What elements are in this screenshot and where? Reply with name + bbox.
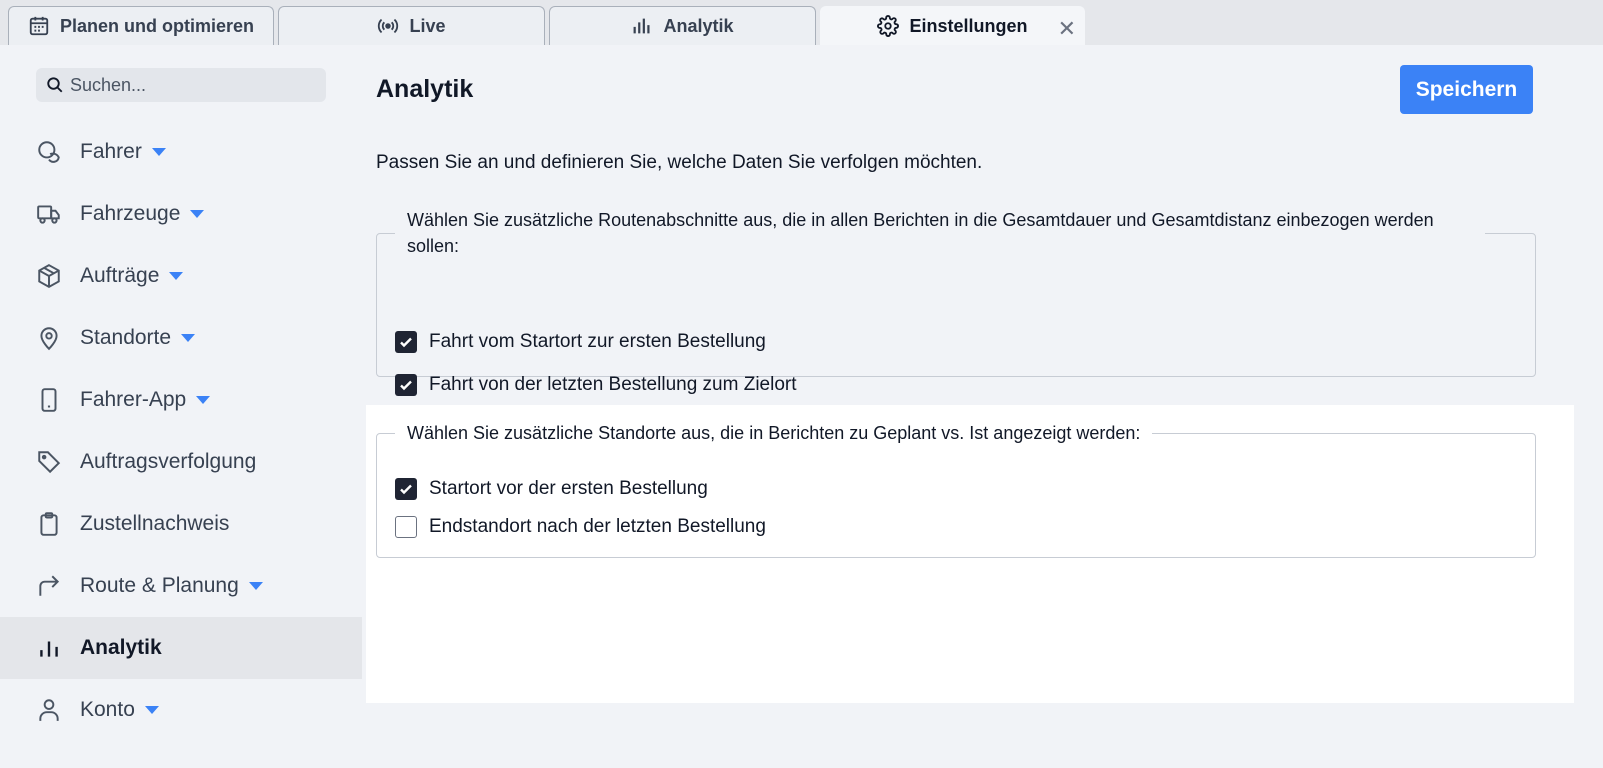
- option-end-after-last[interactable]: Endstandort nach der letzten Bestellung: [395, 516, 766, 538]
- sidebar-item-zustellnachweis[interactable]: Zustellnachweis: [0, 493, 362, 555]
- sidebar-item-label: Aufträge: [80, 264, 160, 287]
- sidebar-item-label: Fahrzeuge: [80, 202, 181, 225]
- tab-label: Planen und optimieren: [59, 15, 255, 36]
- sidebar-item-label: Standorte: [80, 326, 172, 349]
- option-start-before-first[interactable]: Startort vor der ersten Bestellung: [395, 478, 708, 500]
- checkbox-checked[interactable]: [395, 331, 417, 353]
- tab-label: Einstellungen: [909, 15, 1028, 36]
- smartphone-icon: [41, 388, 57, 412]
- calendar-icon: [29, 16, 49, 36]
- chevron-down-icon[interactable]: [144, 706, 159, 714]
- truck-icon: [37, 205, 60, 224]
- sidebar-item-auftraege[interactable]: Aufträge: [0, 245, 362, 307]
- gear-icon: [877, 15, 900, 37]
- route-segments-group: Wählen Sie zusätzliche Routenabschnitte …: [376, 207, 1536, 396]
- tab-live[interactable]: Live: [278, 6, 545, 45]
- sidebar-item-label: Auftragsverfolgung: [80, 450, 257, 473]
- chevron-down-icon[interactable]: [151, 148, 166, 156]
- chevron-down-icon[interactable]: [169, 272, 184, 280]
- checkbox-checked[interactable]: [395, 374, 417, 396]
- search-input[interactable]: [70, 74, 310, 96]
- close-icon[interactable]: ✕: [1058, 16, 1076, 42]
- page-title: Analytik: [376, 75, 474, 103]
- route-arrow-icon: [39, 575, 60, 596]
- broadcast-icon: [378, 18, 399, 34]
- sidebar-item-standorte[interactable]: Standorte: [0, 307, 362, 369]
- tab-label: Live: [409, 15, 446, 36]
- option-label: Fahrt von der letzten Bestellung zum Zie…: [429, 374, 797, 395]
- sidebar-item-label: Route & Planung: [80, 574, 239, 597]
- tab-einstellungen[interactable]: Einstellungen ✕: [820, 6, 1085, 45]
- tab-analytik[interactable]: Analytik: [549, 6, 816, 45]
- option-label: Startort vor der ersten Bestellung: [429, 478, 708, 499]
- option-label: Fahrt vom Startort zur ersten Bestellung: [429, 331, 766, 352]
- chevron-down-icon[interactable]: [181, 334, 196, 342]
- sidebar-item-label: Konto: [80, 698, 135, 721]
- sidebar-item-fahrer-app[interactable]: Fahrer-App: [0, 369, 362, 431]
- tab-planen[interactable]: Planen und optimieren: [8, 6, 274, 45]
- sidebar-item-label: Fahrer-App: [80, 388, 187, 411]
- sidebar: Fahrer Fahrzeuge Aufträge Standorte Fahr…: [0, 45, 362, 768]
- clipboard-icon: [40, 512, 58, 536]
- tab-label: Analytik: [663, 15, 734, 36]
- chevron-down-icon[interactable]: [190, 210, 205, 218]
- checkbox-unchecked[interactable]: [395, 516, 417, 538]
- locations-group: Wählen Sie zusätzliche Standorte aus, di…: [376, 420, 1536, 558]
- checkmark-icon: [400, 337, 412, 348]
- sidebar-item-fahrer[interactable]: Fahrer: [0, 121, 362, 183]
- group-legend: Wählen Sie zusätzliche Routenabschnitte …: [407, 210, 1434, 256]
- search-icon: [47, 77, 63, 93]
- sidebar-item-konto[interactable]: Konto: [0, 679, 362, 741]
- sidebar-item-auftragsverfolgung[interactable]: Auftragsverfolgung: [0, 431, 362, 493]
- checkmark-icon: [400, 380, 412, 391]
- drivers-icon: [38, 141, 60, 163]
- save-button[interactable]: Speichern: [1400, 65, 1533, 114]
- option-start-to-first[interactable]: Fahrt vom Startort zur ersten Bestellung: [395, 331, 766, 353]
- option-last-to-destination[interactable]: Fahrt von der letzten Bestellung zum Zie…: [395, 374, 797, 396]
- analytics-icon: [40, 641, 58, 657]
- chevron-down-icon[interactable]: [248, 582, 263, 590]
- chevron-down-icon[interactable]: [196, 396, 211, 404]
- search-box: [36, 68, 326, 102]
- location-pin-icon: [40, 327, 58, 351]
- page-description: Passen Sie an und definieren Sie, welche…: [376, 152, 983, 173]
- sidebar-item-route-planung[interactable]: Route & Planung: [0, 555, 362, 617]
- bar-chart-icon: [634, 18, 651, 34]
- group-legend: Wählen Sie zusätzliche Standorte aus, di…: [407, 423, 1141, 443]
- sidebar-item-label: Fahrer: [80, 140, 142, 163]
- checkbox-checked[interactable]: [395, 478, 417, 500]
- option-label: Endstandort nach der letzten Bestellung: [429, 516, 766, 537]
- tab-bar: Planen und optimieren Live Analytik Eins…: [0, 0, 1603, 45]
- sidebar-item-label: Analytik: [80, 636, 162, 659]
- sidebar-item-analytik[interactable]: Analytik: [0, 617, 362, 679]
- sidebar-item-fahrzeuge[interactable]: Fahrzeuge: [0, 183, 362, 245]
- package-icon: [38, 264, 60, 288]
- tag-icon: [38, 451, 61, 474]
- sidebar-item-label: Zustellnachweis: [80, 512, 230, 535]
- user-icon: [39, 699, 59, 721]
- checkmark-icon: [400, 484, 412, 495]
